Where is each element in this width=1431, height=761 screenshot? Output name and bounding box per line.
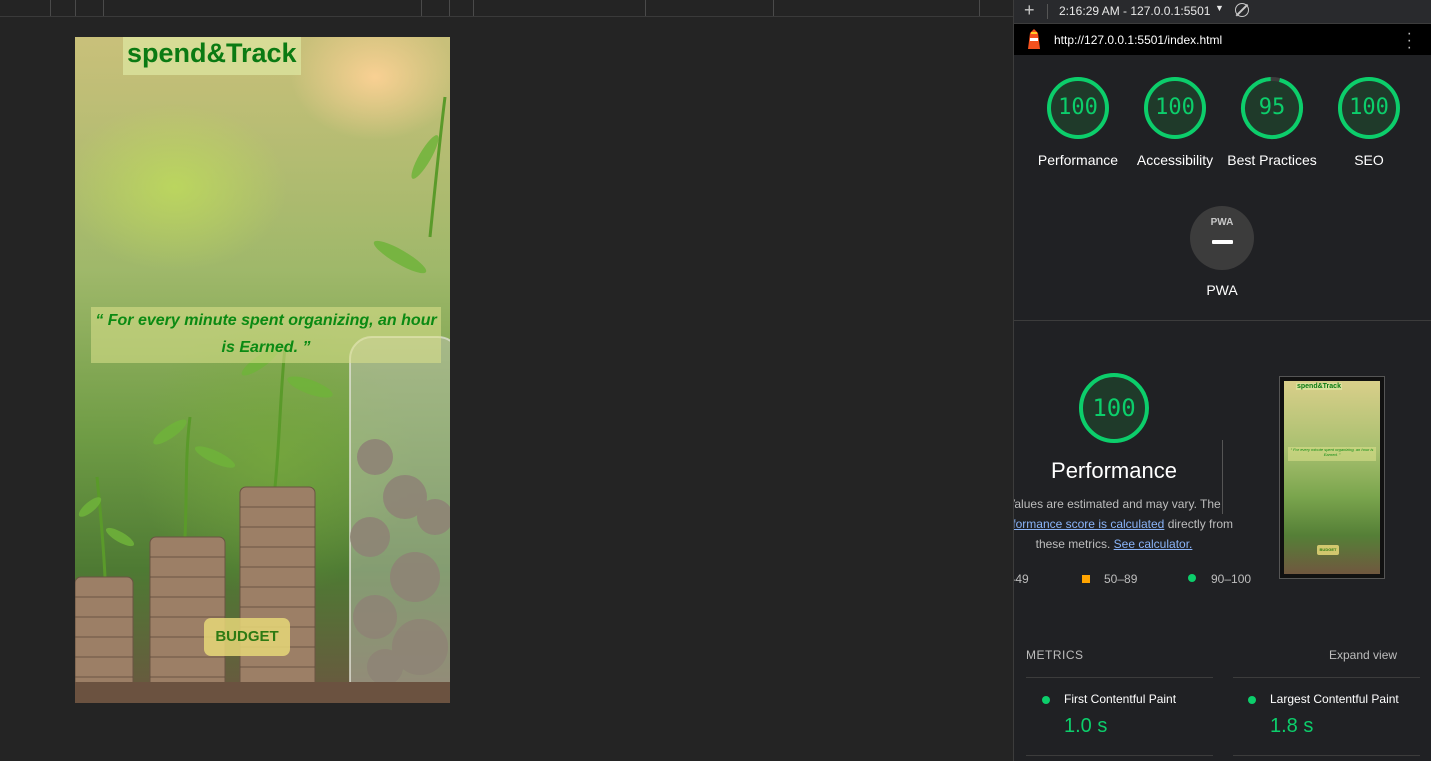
description-text: Values are estimated and may vary. The bbox=[1013, 497, 1221, 511]
ruler-tick bbox=[50, 0, 51, 16]
more-options-icon[interactable]: · · · bbox=[1407, 26, 1412, 56]
ruler-tick bbox=[645, 0, 646, 16]
gauge-best-practices[interactable]: 95 bbox=[1240, 76, 1304, 140]
gauge-label: Best Practices bbox=[1227, 152, 1317, 168]
budget-button[interactable]: BUDGET bbox=[204, 618, 290, 656]
pass-dot-icon bbox=[1188, 574, 1196, 582]
performance-description: Values are estimated and may vary. The p… bbox=[1013, 494, 1234, 554]
ruler-tick bbox=[979, 0, 980, 16]
performance-score: 100 bbox=[1092, 394, 1136, 422]
legend-fail: 0–49 bbox=[1014, 572, 1029, 586]
mobile-preview: spend&Track “ For every minute spent org… bbox=[75, 37, 450, 703]
new-report-icon[interactable]: + bbox=[1024, 1, 1035, 19]
report-url: http://127.0.0.1:5501/index.html bbox=[1054, 33, 1223, 47]
ruler-tick bbox=[103, 0, 104, 16]
gauge-seo[interactable]: 100 bbox=[1337, 76, 1401, 140]
gauge-label: SEO bbox=[1354, 152, 1384, 168]
metric-label: First Contentful Paint bbox=[1064, 692, 1177, 706]
legend-average: 50–89 bbox=[1104, 572, 1138, 586]
pwa-dash-icon bbox=[1212, 240, 1233, 244]
chevron-down-icon[interactable]: ▼ bbox=[1215, 3, 1224, 13]
performance-title: Performance bbox=[1051, 458, 1177, 483]
metric-divider bbox=[1026, 677, 1213, 678]
final-screenshot-thumbnail[interactable]: spend&Track “ For every minute spent org… bbox=[1279, 376, 1385, 579]
gauge-performance[interactable]: 100 bbox=[1046, 76, 1110, 140]
lighthouse-toolbar: + 2:16:29 AM - 127.0.0.1:5501 ▼ bbox=[1014, 0, 1431, 24]
report-url-bar: http://127.0.0.1:5501/index.html · · · bbox=[1014, 24, 1431, 56]
thumbnail-button: BUDGET bbox=[1317, 545, 1339, 555]
app-title: spend&Track bbox=[123, 37, 301, 75]
ruler-tick bbox=[75, 0, 76, 16]
pwa-label: PWA bbox=[1206, 282, 1238, 298]
score-calculated-link[interactable]: performance score is calculated bbox=[1014, 517, 1164, 531]
gauge-label: Accessibility bbox=[1136, 152, 1214, 168]
clear-icon[interactable] bbox=[1235, 3, 1249, 17]
thumbnail-image: spend&Track “ For every minute spent org… bbox=[1284, 381, 1380, 574]
metrics-heading: METRICS bbox=[1026, 648, 1084, 662]
quote-text: “ For every minute spent organizing, an … bbox=[91, 307, 441, 363]
metric-divider bbox=[1233, 677, 1420, 678]
ruler bbox=[0, 0, 1013, 17]
ruler-tick bbox=[773, 0, 774, 16]
metric-divider bbox=[1233, 755, 1420, 756]
thumbnail-title: spend&Track bbox=[1296, 383, 1342, 390]
metric-value: 1.0 s bbox=[1064, 715, 1108, 737]
section-divider bbox=[1014, 320, 1431, 321]
pwa-badge[interactable]: PWA bbox=[1190, 206, 1254, 270]
thumbnail-quote: “ For every minute spent organizing, an … bbox=[1288, 447, 1376, 461]
report-selector[interactable]: 2:16:29 AM - 127.0.0.1:5501 bbox=[1059, 4, 1210, 18]
gauge-score: 100 bbox=[1058, 95, 1098, 120]
performance-gauge: 100 bbox=[1078, 372, 1150, 444]
expand-view-toggle[interactable]: Expand view bbox=[1329, 648, 1397, 662]
background-photo bbox=[75, 96, 450, 703]
metric-divider bbox=[1026, 755, 1213, 756]
metric-value: 1.8 s bbox=[1270, 715, 1314, 737]
gauge-score: 95 bbox=[1258, 95, 1286, 120]
legend-pass: 90–100 bbox=[1211, 572, 1252, 586]
gauge-label: Performance bbox=[1037, 152, 1119, 168]
toolbar-divider bbox=[1047, 4, 1048, 19]
pass-dot-icon bbox=[1042, 696, 1050, 704]
ruler-tick bbox=[473, 0, 474, 16]
metric-label: Largest Contentful Paint bbox=[1270, 692, 1399, 706]
gauge-score: 100 bbox=[1155, 95, 1195, 120]
average-square-icon bbox=[1082, 575, 1090, 583]
pass-dot-icon bbox=[1248, 696, 1256, 704]
pwa-badge-text: PWA bbox=[1210, 217, 1234, 228]
lighthouse-icon bbox=[1028, 29, 1040, 49]
gauge-score: 100 bbox=[1349, 95, 1389, 120]
ruler-tick bbox=[449, 0, 450, 16]
see-calculator-link[interactable]: See calculator. bbox=[1114, 537, 1193, 551]
ruler-tick bbox=[421, 0, 422, 16]
lighthouse-panel: + 2:16:29 AM - 127.0.0.1:5501 ▼ http://1… bbox=[1013, 0, 1431, 761]
gauge-accessibility[interactable]: 100 bbox=[1143, 76, 1207, 140]
